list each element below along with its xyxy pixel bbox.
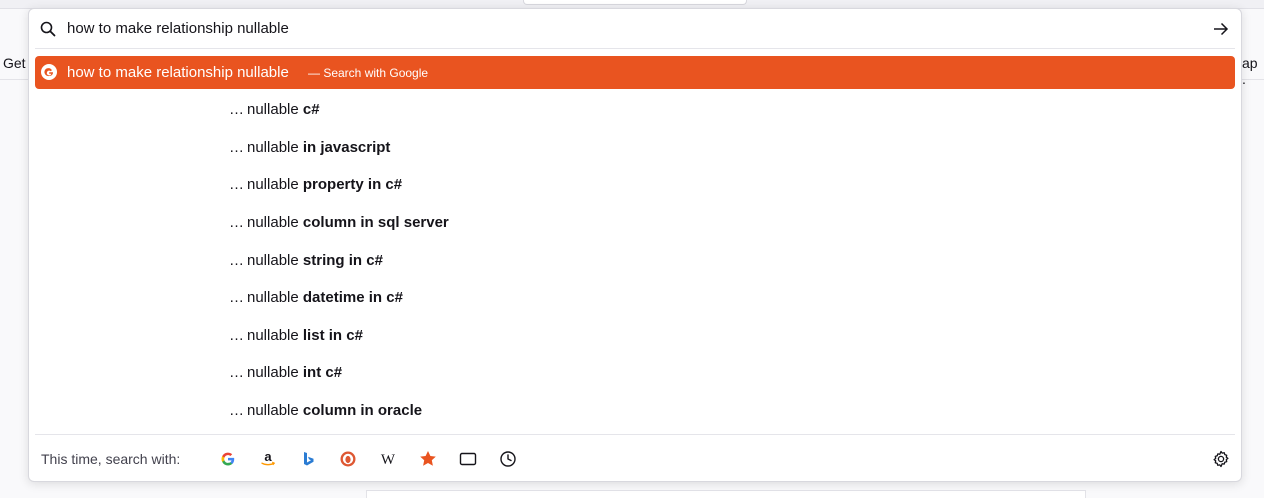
suggestion-text: nullable column in oracle — [247, 402, 422, 419]
suggestion-query: how to make relationship nullable — [67, 64, 289, 81]
google-icon — [41, 64, 57, 80]
google-icon[interactable] — [218, 449, 238, 469]
suggestion-text: nullable in javascript — [247, 139, 390, 156]
suggestion-ellipsis: … — [229, 252, 244, 269]
suggestion-tail: in javascript — [302, 139, 391, 156]
suggestion-base: nullable — [247, 101, 303, 118]
suggestion-text: nullable string in c# — [247, 252, 383, 269]
suggestion-text: nullable datetime in c# — [247, 289, 403, 306]
search-with-google-row[interactable]: how to make relationship nullable — Sear… — [35, 56, 1235, 89]
suggestion-ellipsis: … — [229, 214, 244, 231]
go-arrow-icon[interactable] — [1212, 21, 1230, 37]
list-item[interactable]: … nullable c# — [35, 92, 1235, 128]
suggestion-tail: datetime in c# — [302, 289, 403, 306]
suggestion-text: nullable list in c# — [247, 327, 363, 344]
suggestion-base: nullable — [247, 289, 303, 306]
suggestion-base: nullable — [247, 402, 303, 419]
bookmarks-star-icon[interactable] — [418, 449, 438, 469]
one-off-search-label: This time, search with: — [41, 451, 181, 467]
background-tab — [523, 0, 747, 5]
list-item[interactable]: … nullable list in c# — [35, 318, 1235, 354]
suggestion-tail: column in oracle — [302, 402, 423, 419]
suggestion-base: nullable — [247, 252, 303, 269]
suggestion-tail: column in sql server — [302, 214, 449, 231]
address-bar-input[interactable]: how to make relationship nullable — [67, 20, 289, 37]
list-item[interactable]: … nullable datetime in c# — [35, 280, 1235, 316]
suggestion-ellipsis: … — [229, 327, 244, 344]
suggestion-text: nullable property in c# — [247, 176, 402, 193]
gear-icon[interactable] — [1211, 449, 1231, 469]
svg-text:a: a — [264, 449, 272, 464]
address-bar-input-row[interactable]: how to make relationship nullable — [29, 9, 1241, 49]
footer-separator — [35, 434, 1235, 435]
background-text-left: Get — [3, 55, 26, 71]
list-item[interactable]: … nullable property in c# — [35, 167, 1235, 203]
list-item[interactable]: … nullable string in c# — [35, 243, 1235, 279]
suggestion-text: nullable column in sql server — [247, 214, 449, 231]
suggestion-tail: c# — [302, 101, 320, 118]
suggestion-ellipsis: … — [229, 101, 244, 118]
duckduckgo-icon[interactable] — [338, 449, 358, 469]
suggestion-base: nullable — [247, 327, 303, 344]
list-item[interactable]: … nullable in javascript — [35, 130, 1235, 166]
suggestion-base: nullable — [247, 139, 303, 156]
suggestion-ellipsis: … — [229, 402, 244, 419]
suggestion-ellipsis: … — [229, 139, 244, 156]
list-item[interactable]: … nullable column in sql server — [35, 205, 1235, 241]
suggestion-tail: list in c# — [302, 327, 363, 344]
background-text-right: ap . — [1242, 55, 1258, 87]
wikipedia-glyph: W — [381, 452, 396, 468]
address-bar-dropdown: how to make relationship nullable how to… — [28, 8, 1242, 482]
input-separator — [35, 48, 1235, 49]
suggestion-tail: property in c# — [302, 176, 403, 193]
suggestion-ellipsis: … — [229, 364, 244, 381]
suggestion-ellipsis: … — [229, 289, 244, 306]
search-icon — [40, 21, 56, 37]
history-clock-icon[interactable] — [498, 449, 518, 469]
suggestion-tail: int c# — [302, 364, 343, 381]
suggestion-text: nullable c# — [247, 101, 320, 118]
suggestion-base: nullable — [247, 214, 303, 231]
list-item[interactable]: … nullable int c# — [35, 355, 1235, 391]
search-action-label: — Search with Google — [308, 66, 429, 80]
tabs-icon[interactable] — [458, 449, 478, 469]
suggestion-text: nullable int c# — [247, 364, 342, 381]
list-item[interactable]: … nullable column in oracle — [35, 393, 1235, 429]
suggestion-ellipsis: … — [229, 176, 244, 193]
wikipedia-icon[interactable]: W — [378, 449, 398, 469]
suggestion-tail: string in c# — [302, 252, 383, 269]
suggestion-base: nullable — [247, 176, 303, 193]
amazon-icon[interactable]: a — [258, 449, 278, 469]
bing-icon[interactable] — [298, 449, 318, 469]
suggestion-base: nullable — [247, 364, 303, 381]
